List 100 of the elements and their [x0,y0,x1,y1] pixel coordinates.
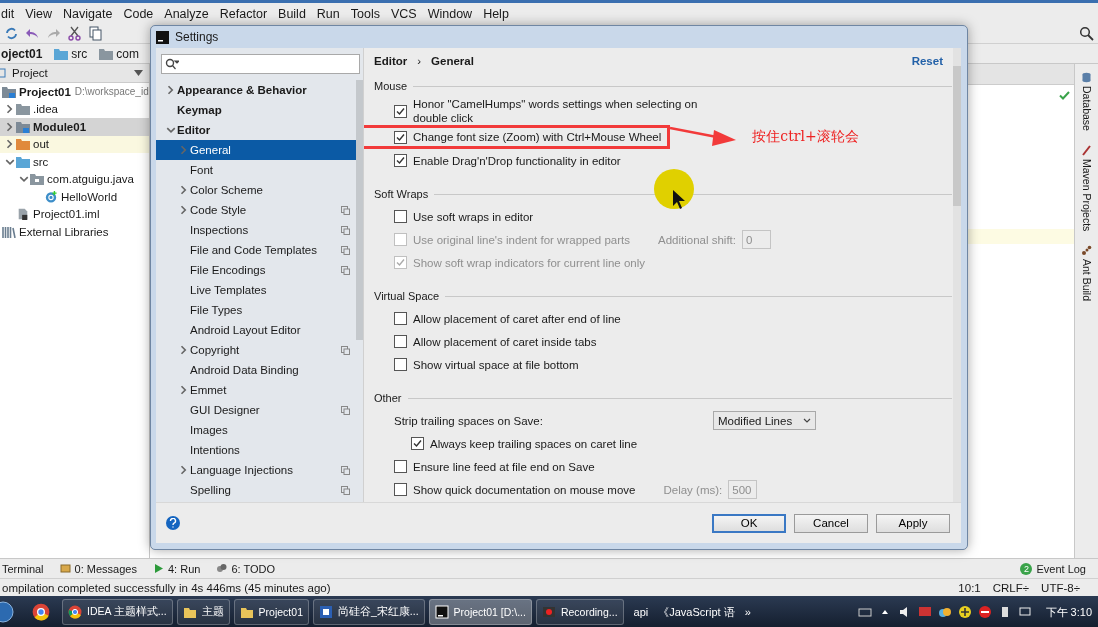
settings-nav-item[interactable]: Inspections [156,220,356,240]
sync-icon[interactable] [4,26,19,41]
checkbox[interactable] [394,358,407,371]
checkbox[interactable] [394,460,407,473]
settings-nav-item[interactable]: Appearance & Behavior [156,80,356,100]
settings-nav-item[interactable]: File Types [156,300,356,320]
settings-nav-item[interactable]: Copyright [156,340,356,360]
settings-nav-item[interactable]: Spelling [156,480,356,500]
checkbox-label: Ensure line feed at file end on Save [413,459,595,474]
tree-item[interactable]: External Libraries [0,223,149,241]
menu-item[interactable]: Help [483,6,509,21]
browser-icon[interactable] [32,603,50,621]
tree-item[interactable]: .idea [0,100,149,118]
clock[interactable]: 下午 3:10 [1045,604,1092,620]
scrollbar[interactable] [356,80,363,340]
settings-nav-item[interactable]: Intentions [156,440,356,460]
settings-nav-item[interactable]: Android Data Binding [156,360,356,380]
tool-window-button[interactable]: Ant Build [1080,245,1093,302]
menu-item[interactable]: View [25,6,53,21]
dropdown[interactable]: Modified Lines [713,411,816,430]
menu-item[interactable]: VCS [390,6,417,21]
tool-window-button[interactable]: Database [1080,72,1093,131]
chevron-down-icon[interactable] [18,174,30,185]
settings-nav-item[interactable]: Font [156,160,356,180]
taskbar-button[interactable]: Project01 [D:\... [428,599,532,625]
toolbar-text[interactable]: api [633,606,649,618]
tree-item[interactable]: Project01.iml [0,205,149,223]
file-encoding[interactable]: UTF-8÷ [1041,581,1080,594]
tool-tab[interactable]: 4: Run [152,562,201,575]
help-button[interactable] [166,516,180,530]
tree-item[interactable]: com.atguigu.java [0,170,149,188]
cut-icon[interactable] [67,26,82,41]
tool-tab[interactable]: Terminal [2,562,44,575]
settings-nav-item[interactable]: General [156,140,356,160]
tree-item[interactable]: Module01 [0,118,149,136]
taskbar-button[interactable]: Recording... [535,599,624,625]
menu-item[interactable]: Analyze [164,6,209,21]
checkbox[interactable] [394,210,407,223]
dialog-button[interactable]: Apply [876,513,950,533]
tool-window-button[interactable]: Maven Projects [1080,144,1093,232]
panel-title: Project [12,67,49,79]
dialog-button[interactable]: Cancel [794,513,868,533]
dropdown-arrow-icon[interactable] [134,70,143,76]
reset-link[interactable]: Reset [911,55,943,67]
checkbox-label: Change font size (Zoom) with Ctrl+Mouse Wheel [413,130,662,144]
taskbar-button[interactable]: Project01 [233,599,309,625]
toolbar-text[interactable]: 《JavaScript 语 [658,604,735,620]
search-field[interactable] [161,54,360,74]
settings-nav-item[interactable]: Android Layout Editor [156,320,356,340]
menu-item[interactable]: Window [427,6,473,21]
settings-nav-item[interactable]: Emmet [156,380,356,400]
taskbar-button[interactable]: 主题 [176,599,230,625]
chevron-down-icon[interactable] [165,125,177,135]
settings-nav-item[interactable]: Live Templates [156,280,356,300]
menu-item[interactable]: Code [123,6,154,21]
scrollbar[interactable] [953,48,961,502]
checkbox[interactable] [394,335,407,348]
breadcrumb-item[interactable]: com [99,46,148,61]
checkbox[interactable] [394,130,407,144]
settings-nav-item[interactable]: File and Code Templates [156,240,356,260]
checkbox[interactable] [394,104,407,118]
checkbox[interactable] [411,437,424,450]
tool-tab[interactable]: 0: Messages [59,562,137,575]
settings-nav-item[interactable]: Language Injections [156,460,356,480]
taskbar-button[interactable]: IDEA 主题样式... [62,599,173,625]
copy-icon[interactable] [88,26,103,41]
tree-item[interactable]: HelloWorld [0,188,149,206]
tool-tab[interactable]: 6: TODO [216,562,275,575]
dialog-button[interactable]: OK [712,513,786,533]
checkbox[interactable] [394,483,407,496]
settings-nav-item[interactable]: Editor [156,120,356,140]
checkbox[interactable] [394,312,407,325]
settings-nav-item[interactable]: Color Scheme [156,180,356,200]
caret-position[interactable]: 10:1 [958,581,981,594]
annotation-text: 按住ctrl+滚轮会 [752,128,859,146]
event-log-button[interactable]: 2 Event Log [1020,562,1086,575]
menu-item[interactable]: Tools [350,6,380,21]
breadcrumb-item[interactable]: oject01 [1,46,51,61]
settings-nav-item[interactable]: GUI Designer [156,400,356,420]
breadcrumb-item[interactable]: src [54,46,96,61]
search-icon[interactable] [1079,26,1094,41]
settings-nav-item[interactable]: Code Style [156,200,356,220]
taskbar-button[interactable]: 尚硅谷_宋红康... [312,599,425,625]
settings-nav-item[interactable]: File Encodings [156,260,356,280]
settings-nav-item[interactable]: Images [156,420,356,440]
menu-item[interactable]: Refactor [219,6,268,21]
tree-item[interactable]: src [0,153,149,171]
menu-item[interactable]: Run [316,6,340,21]
menu-item[interactable]: dit [1,6,15,21]
menu-item[interactable]: Navigate [63,6,113,21]
stop-icon[interactable] [977,605,992,619]
folder-icon [16,155,30,168]
menu-item[interactable]: Build [278,6,306,21]
checkbox[interactable] [394,154,407,167]
toolbar-text[interactable]: » [744,606,751,618]
plus-icon[interactable] [957,605,972,619]
tree-item[interactable]: Project01 D:\workspace_id [0,83,149,101]
folder-icon [16,103,30,116]
line-separator[interactable]: CRLF÷ [992,581,1030,594]
settings-nav-item[interactable]: Keymap [156,100,356,120]
